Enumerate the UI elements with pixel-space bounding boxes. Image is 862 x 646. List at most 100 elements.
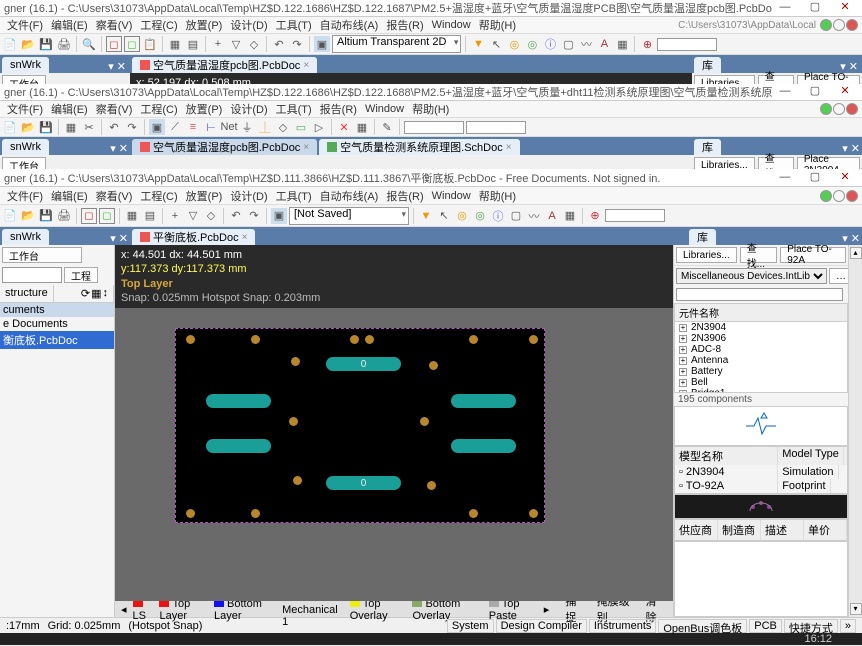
zoom-icon[interactable]: 🔍 [81, 36, 97, 52]
copy-icon[interactable]: 📋 [142, 36, 158, 52]
scroll-down-icon[interactable]: ▾ [850, 603, 862, 615]
tab-snwrk[interactable]: snWrk [2, 139, 49, 155]
pad[interactable]: 0 [326, 357, 401, 371]
model-row[interactable]: ▫ 2N3904Simulation [675, 465, 847, 479]
menu-edit[interactable]: 编辑(E) [48, 101, 91, 117]
tab-lib[interactable]: 库 [689, 229, 716, 245]
grid-icon[interactable]: ▤ [185, 36, 201, 52]
filter-icon[interactable]: ▼ [470, 36, 486, 52]
max-btn[interactable]: ▢ [802, 171, 828, 185]
menu-tools[interactable]: 工具(T) [273, 17, 315, 33]
new-icon[interactable]: 📄 [2, 119, 18, 135]
menu-report[interactable]: 报告(R) [383, 188, 426, 204]
view-mode-combo[interactable]: Altium Transparent 2D [332, 35, 461, 53]
libs-btn[interactable]: Libraries... [676, 247, 737, 263]
brackets-icon[interactable]: 〰 [526, 208, 542, 224]
scrollbar[interactable]: ▴ ▾ [848, 245, 862, 617]
component-item[interactable]: +Antenna [675, 355, 847, 366]
menu-file[interactable]: 文件(F) [4, 101, 46, 117]
menu-place[interactable]: 放置(P) [183, 188, 226, 204]
cut-icon[interactable]: ✂ [81, 119, 97, 135]
via[interactable] [251, 335, 260, 344]
status-seg[interactable]: Instruments [589, 619, 656, 633]
max-btn[interactable]: ▢ [802, 1, 828, 15]
menu-route[interactable]: 自动布线(A) [317, 188, 382, 204]
net-icon[interactable]: Net [221, 119, 237, 135]
status-seg[interactable]: PCB [749, 619, 782, 633]
search-field[interactable] [657, 38, 717, 51]
print-icon[interactable]: 🖨 [56, 208, 72, 224]
via[interactable] [365, 335, 374, 344]
menu-tools[interactable]: 工具(T) [273, 101, 315, 117]
redo-icon[interactable]: ↷ [289, 36, 305, 52]
via[interactable] [289, 417, 298, 426]
supplier-list[interactable] [674, 541, 848, 617]
shape-tool[interactable]: ◻ [124, 36, 140, 52]
doc-item-selected[interactable]: 衡底板.PcbDoc [0, 331, 114, 349]
open-icon[interactable]: 📂 [20, 119, 36, 135]
pcb-canvas[interactable]: 00 [115, 308, 673, 601]
pad[interactable]: 0 [326, 476, 401, 490]
tab-pcb-doc[interactable]: 空气质量温湿度pcb图.PcbDoc× [132, 139, 317, 155]
cursor-icon[interactable]: ↖ [436, 208, 452, 224]
via[interactable] [469, 509, 478, 518]
tab-pcb-doc[interactable]: 空气质量温湿度pcb图.PcbDoc× [132, 57, 317, 73]
component-item[interactable]: +ADC-8 [675, 344, 847, 355]
menu-report[interactable]: 报告(R) [383, 17, 426, 33]
menu-file[interactable]: 文件(F) [4, 188, 46, 204]
grid-icon[interactable]: ▦ [63, 119, 79, 135]
menu-view[interactable]: 察看(V) [93, 17, 136, 33]
ring-icon[interactable]: ◎ [472, 208, 488, 224]
shape-tool[interactable]: ◻ [99, 208, 115, 224]
menu-window[interactable]: Window [429, 190, 474, 202]
text-icon[interactable]: A [596, 36, 612, 52]
menu-route[interactable]: 自动布线(A) [317, 17, 382, 33]
menu-design[interactable]: 设计(D) [227, 17, 270, 33]
target-icon[interactable]: ⊕ [587, 208, 603, 224]
gnd-icon[interactable]: ⏚ [239, 119, 255, 135]
vcc-icon[interactable]: ⏊ [257, 119, 273, 135]
search-field[interactable] [404, 121, 464, 134]
menu-window[interactable]: Window [362, 103, 407, 115]
save-icon[interactable]: 💾 [38, 119, 54, 135]
menu-design[interactable]: 设计(D) [227, 188, 270, 204]
target-icon[interactable]: ⊕ [639, 36, 655, 52]
menu-place[interactable]: 放置(P) [183, 101, 226, 117]
bus-icon[interactable]: ≡ [185, 119, 201, 135]
tab-lib[interactable]: 库 [694, 57, 721, 73]
pad[interactable] [451, 394, 516, 408]
menu-edit[interactable]: 编辑(E) [48, 17, 91, 33]
pad[interactable] [451, 439, 516, 453]
open-icon[interactable]: 📂 [20, 208, 36, 224]
line-icon[interactable]: ⟋ [167, 119, 183, 135]
tab-lib[interactable]: 库 [694, 139, 721, 155]
save-icon[interactable]: 💾 [38, 36, 54, 52]
shape-icon[interactable]: ◇ [246, 36, 262, 52]
status-seg[interactable]: OpenBus调色板 [658, 619, 747, 633]
place-btn[interactable]: Place TO-92A [780, 247, 846, 263]
brush-icon[interactable]: ✎ [379, 119, 395, 135]
mode-icon[interactable]: ▣ [314, 36, 330, 52]
close-btn[interactable]: ✕ [832, 171, 858, 185]
grid-icon[interactable]: ▦ [614, 36, 630, 52]
min-btn[interactable]: — [772, 171, 798, 185]
add-icon[interactable]: + [210, 36, 226, 52]
new-icon[interactable]: 📄 [2, 36, 18, 52]
pad[interactable] [206, 439, 271, 453]
filter-input[interactable] [676, 288, 843, 301]
square-icon[interactable]: ▢ [560, 36, 576, 52]
project-btn[interactable]: 工程 [64, 267, 98, 283]
shape-tool[interactable]: ◻ [81, 208, 97, 224]
min-btn[interactable]: — [772, 1, 798, 15]
menu-place[interactable]: 放置(P) [183, 17, 226, 33]
scroll-up-icon[interactable]: ▴ [850, 247, 862, 259]
status-seg[interactable]: 快捷方式 [784, 619, 838, 633]
min-btn[interactable]: — [772, 85, 798, 99]
ring-icon[interactable]: ◎ [524, 36, 540, 52]
redo-icon[interactable]: ↷ [246, 208, 262, 224]
search-field[interactable] [605, 209, 665, 222]
square-icon[interactable]: ▢ [508, 208, 524, 224]
tab-pcb-doc[interactable]: 平衡底板.PcbDoc× [132, 229, 255, 245]
cancel-icon[interactable]: ✕ [336, 119, 352, 135]
view-mode-combo[interactable]: [Not Saved] [289, 207, 409, 225]
